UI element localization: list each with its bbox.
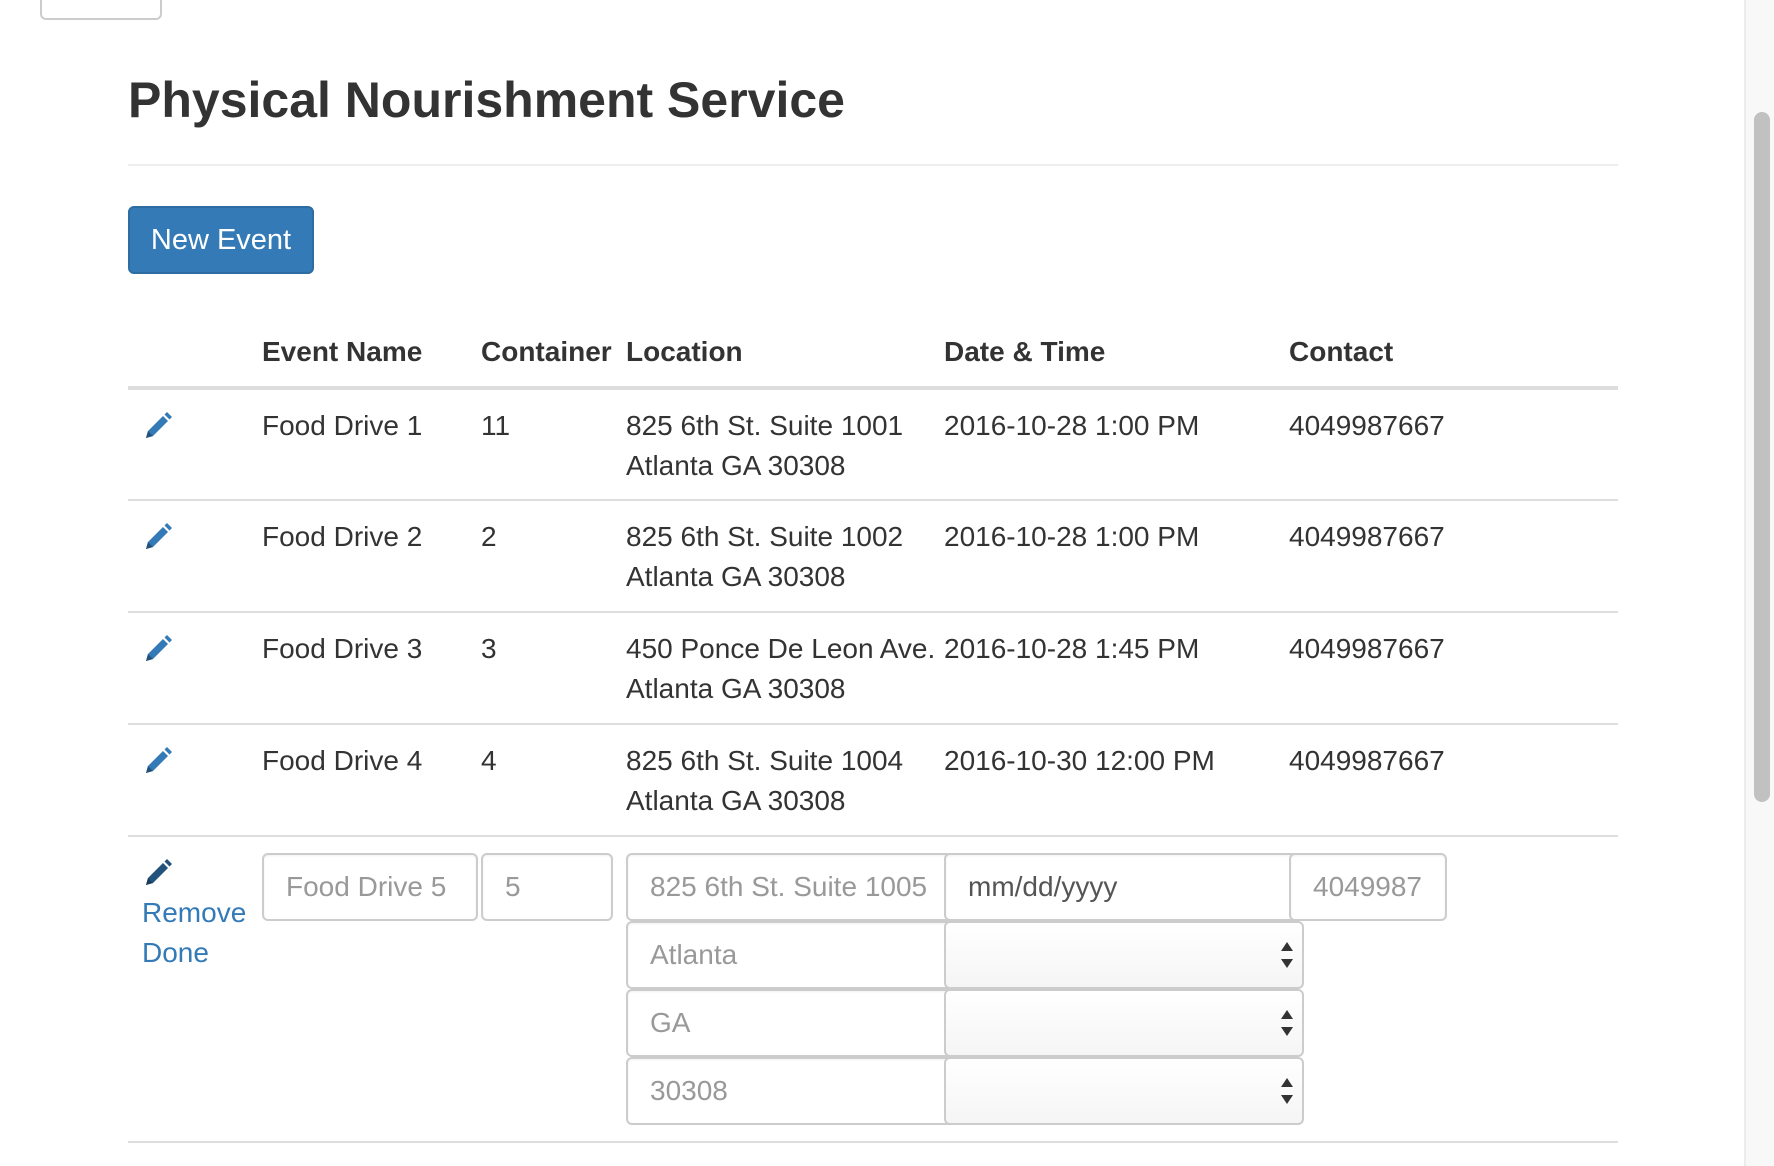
select-arrows-icon bbox=[1281, 1078, 1293, 1104]
cell-event-name: Food Drive 1 bbox=[262, 387, 481, 500]
edit-actions-cell: Remove Done bbox=[128, 835, 262, 1143]
hour-select[interactable] bbox=[944, 921, 1304, 989]
edit-event-name-cell bbox=[262, 835, 481, 1143]
edit-event-row: Remove Done bbox=[128, 835, 1618, 1143]
events-table: Event Name Container Location Date & Tim… bbox=[128, 318, 1618, 1143]
edit-date-time-cell bbox=[944, 835, 1304, 1143]
cell-container: 3 bbox=[481, 611, 626, 724]
edit-location-cell bbox=[626, 835, 956, 1143]
location-line1: 450 Ponce De Leon Ave. bbox=[626, 633, 936, 664]
cell-date-time: 2016-10-28 1:00 PM bbox=[944, 499, 1289, 612]
city-input[interactable] bbox=[626, 921, 956, 989]
edit-contact-cell bbox=[1289, 835, 1618, 1143]
zip-input[interactable] bbox=[626, 1057, 956, 1125]
location-line1: 825 6th St. Suite 1004 bbox=[626, 745, 904, 776]
edit-cell bbox=[128, 499, 262, 612]
date-input[interactable] bbox=[944, 853, 1304, 921]
scrollbar-thumb[interactable] bbox=[1754, 112, 1770, 802]
table-row: Food Drive 1 11 825 6th St. Suite 1001 A… bbox=[128, 387, 1618, 500]
cell-date-time: 2016-10-28 1:45 PM bbox=[944, 611, 1289, 724]
pencil-icon[interactable] bbox=[142, 521, 174, 553]
edit-cell bbox=[128, 611, 262, 724]
location-line2: Atlanta GA 30308 bbox=[626, 785, 846, 816]
cell-event-name: Food Drive 4 bbox=[262, 723, 481, 836]
cell-contact: 4049987667 bbox=[1289, 611, 1618, 724]
cell-contact: 4049987667 bbox=[1289, 387, 1618, 500]
location-line1: 825 6th St. Suite 1001 bbox=[626, 410, 904, 441]
cell-date-time: 2016-10-30 12:00 PM bbox=[944, 723, 1289, 836]
title-divider bbox=[128, 164, 1618, 166]
cell-container: 11 bbox=[481, 387, 626, 500]
table-row: Food Drive 3 3 450 Ponce De Leon Ave. At… bbox=[128, 611, 1618, 724]
pencil-icon[interactable] bbox=[142, 857, 174, 889]
pencil-icon[interactable] bbox=[142, 633, 174, 665]
edit-container-cell bbox=[481, 835, 626, 1143]
header-contact: Contact bbox=[1289, 318, 1618, 390]
remove-link[interactable]: Remove bbox=[142, 893, 262, 933]
done-link[interactable]: Done bbox=[142, 933, 262, 973]
page-title: Physical Nourishment Service bbox=[128, 72, 845, 128]
cell-location: 825 6th St. Suite 1002 Atlanta GA 30308 bbox=[626, 499, 944, 612]
table-header-row: Event Name Container Location Date & Tim… bbox=[128, 318, 1618, 390]
minute-select[interactable] bbox=[944, 989, 1304, 1057]
location-line1: 825 6th St. Suite 1002 bbox=[626, 521, 904, 552]
location-line2: Atlanta GA 30308 bbox=[626, 673, 846, 704]
header-container: Container bbox=[481, 318, 626, 390]
pencil-icon[interactable] bbox=[142, 410, 174, 442]
edit-cell bbox=[128, 723, 262, 836]
cell-container: 4 bbox=[481, 723, 626, 836]
cell-container: 2 bbox=[481, 499, 626, 612]
cell-location: 825 6th St. Suite 1001 Atlanta GA 30308 bbox=[626, 387, 944, 500]
state-input[interactable] bbox=[626, 989, 956, 1057]
table-row: Food Drive 2 2 825 6th St. Suite 1002 At… bbox=[128, 499, 1618, 612]
container-input[interactable] bbox=[481, 853, 613, 921]
page: Physical Nourishment Service New Event E… bbox=[0, 0, 1774, 1166]
ampm-select[interactable] bbox=[944, 1057, 1304, 1125]
cell-event-name: Food Drive 3 bbox=[262, 611, 481, 724]
event-name-input[interactable] bbox=[262, 853, 478, 921]
location-line2: Atlanta GA 30308 bbox=[626, 450, 846, 481]
contact-input[interactable] bbox=[1289, 853, 1447, 921]
cell-contact: 4049987667 bbox=[1289, 723, 1618, 836]
cell-event-name: Food Drive 2 bbox=[262, 499, 481, 612]
header-location: Location bbox=[626, 318, 944, 390]
header-event-name: Event Name bbox=[262, 318, 481, 390]
cell-contact: 4049987667 bbox=[1289, 499, 1618, 612]
cell-location: 450 Ponce De Leon Ave. Atlanta GA 30308 bbox=[626, 611, 944, 724]
pencil-icon[interactable] bbox=[142, 745, 174, 777]
header-date-time: Date & Time bbox=[944, 318, 1289, 390]
edit-cell bbox=[128, 387, 262, 500]
cell-location: 825 6th St. Suite 1004 Atlanta GA 30308 bbox=[626, 723, 944, 836]
new-event-button[interactable]: New Event bbox=[128, 206, 314, 274]
top-tab-button[interactable] bbox=[40, 0, 162, 20]
select-arrows-icon bbox=[1281, 1010, 1293, 1036]
table-row: Food Drive 4 4 825 6th St. Suite 1004 At… bbox=[128, 723, 1618, 836]
header-edit bbox=[128, 318, 262, 390]
scrollbar-track[interactable] bbox=[1744, 0, 1774, 1166]
select-arrows-icon bbox=[1281, 942, 1293, 968]
cell-date-time: 2016-10-28 1:00 PM bbox=[944, 387, 1289, 500]
location-line2: Atlanta GA 30308 bbox=[626, 561, 846, 592]
street-input[interactable] bbox=[626, 853, 956, 921]
